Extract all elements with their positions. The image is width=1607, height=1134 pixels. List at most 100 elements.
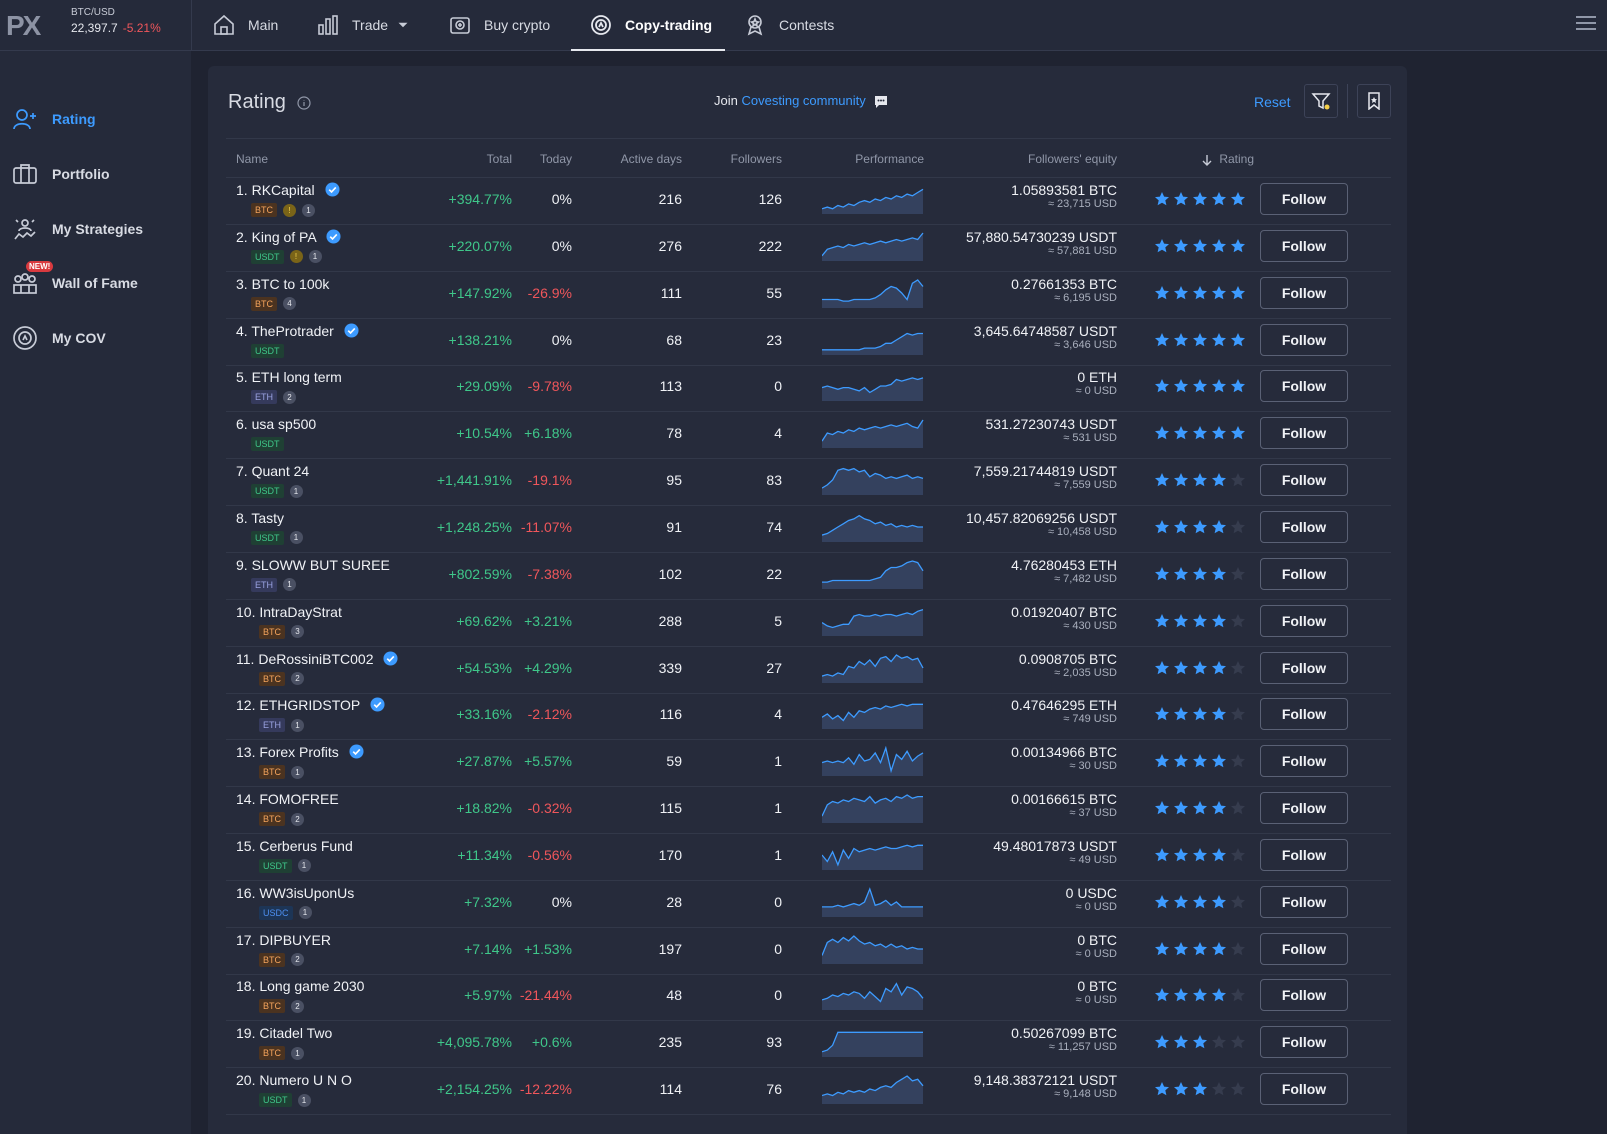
strategy-name[interactable]: 20. Numero U N O [236, 1072, 352, 1088]
col-name[interactable]: Name [236, 152, 268, 166]
follow-button[interactable]: Follow [1260, 838, 1348, 871]
nav-main[interactable]: Main [212, 0, 278, 50]
table-row[interactable]: 20. Numero U N O USDT 1 +2,154.25% -12.22… [226, 1066, 1391, 1116]
follow-button[interactable]: Follow [1260, 464, 1348, 497]
table-row[interactable]: 16. WW3isUponUs USDC 1 +7.32% 0% 28 0 0 U… [226, 879, 1391, 928]
reset-button[interactable]: Reset [1254, 94, 1291, 110]
table-row[interactable]: 4. TheProtrader USDT +138.21% 0% 68 23 3… [226, 317, 1391, 366]
star-filled-icon [1155, 566, 1169, 581]
strategy-name[interactable]: 3. BTC to 100k [236, 276, 329, 292]
bookmark-button[interactable] [1357, 84, 1391, 118]
table-row[interactable]: 5. ETH long term ETH 2 +29.09% -9.78% 113… [226, 363, 1391, 413]
filter-button[interactable] [1304, 84, 1338, 118]
table-row[interactable]: 10. IntraDayStrat BTC 3 +69.62% +3.21% 28… [226, 598, 1391, 647]
star-filled-icon [1155, 332, 1169, 346]
star-empty-icon [1231, 519, 1245, 534]
follow-button[interactable]: Follow [1260, 417, 1348, 450]
table-row[interactable]: 7. Quant 24 USDT 1 +1,441.91% -19.1% 95 8… [226, 457, 1391, 507]
follow-button[interactable]: Follow [1260, 370, 1348, 403]
strategy-name[interactable]: 10. IntraDayStrat [236, 604, 342, 620]
sidebar-item-rating[interactable]: Rating [12, 106, 96, 132]
table-row[interactable]: 13. Forex Profits BTC 1 +27.87% +5.57% 59… [226, 738, 1391, 788]
col-rating[interactable]: Rating [1202, 152, 1254, 166]
table-row[interactable]: 11. DeRossiniBTC002 BTC 2 +54.53% +4.29% … [226, 645, 1391, 694]
star-empty-icon [1231, 754, 1245, 768]
follow-button[interactable]: Follow [1260, 323, 1348, 356]
strategy-name[interactable]: 13. Forex Profits [236, 744, 364, 760]
menu-icon[interactable] [1576, 15, 1596, 31]
follow-button[interactable]: Follow [1260, 183, 1348, 215]
strategy-name[interactable]: 4. TheProtrader [236, 323, 359, 339]
strategy-name[interactable]: 15. Cerberus Fund [236, 838, 353, 854]
table-row[interactable]: 1. RKCapital BTC! 1 +394.77% 0% 216 126 1… [226, 176, 1391, 225]
trader-name: usa sp500 [251, 416, 317, 433]
strategy-name[interactable]: 16. WW3isUponUs [236, 885, 354, 901]
follow-button[interactable]: Follow [1260, 651, 1348, 684]
sidebar-item-my-cov[interactable]: My COV [12, 325, 106, 351]
table-row[interactable]: 15. Cerberus Fund USDT 1 +11.34% -0.56% 1… [226, 832, 1391, 881]
col-followers[interactable]: Followers [712, 152, 782, 166]
table-row[interactable]: 9. SLOWW BUT SUREE ETH 1 +802.59% -7.38% … [226, 551, 1391, 600]
follow-button[interactable]: Follow [1260, 745, 1348, 778]
table-row[interactable]: 14. FOMOFREE BTC 2 +18.82% -0.32% 115 1 0… [226, 785, 1391, 835]
follow-button[interactable]: Follow [1260, 885, 1348, 918]
col-followers-equity[interactable]: Followers' equity [997, 152, 1117, 166]
col-total[interactable]: Total [452, 152, 512, 166]
price-ticker[interactable]: BTC/USD 22,397.7 -5.21% [71, 7, 161, 35]
table-row[interactable]: 19. Citadel Two BTC 1 +4,095.78% +0.6% 23… [226, 1019, 1391, 1069]
follow-button[interactable]: Follow [1260, 276, 1348, 309]
follow-button[interactable]: Follow [1260, 229, 1348, 262]
follow-button[interactable]: Follow [1260, 1026, 1348, 1059]
col-performance[interactable]: Performance [844, 152, 924, 166]
sidebar-item-my-strategies[interactable]: My Strategies [12, 216, 143, 242]
strategy-name[interactable]: 19. Citadel Two [236, 1025, 332, 1041]
star-filled-icon [1155, 660, 1169, 674]
strategy-name[interactable]: 11. DeRossiniBTC002 [236, 651, 398, 667]
col-active-days[interactable]: Active days [602, 152, 682, 166]
strategy-name[interactable]: 9. SLOWW BUT SUREE [236, 557, 390, 573]
covesting-community-link[interactable]: Covesting community [741, 93, 865, 108]
strategy-name[interactable]: 14. FOMOFREE [236, 791, 339, 807]
table-row[interactable]: 2. King of PA USDT! 1 +220.07% 0% 276 222… [226, 223, 1391, 272]
table-row[interactable]: 3. BTC to 100k BTC 4 +147.92% -26.9% 111 … [226, 270, 1391, 319]
info-icon[interactable] [297, 96, 311, 110]
star-filled-icon [1212, 847, 1226, 862]
strategy-name[interactable]: 6. usa sp500 [236, 416, 316, 432]
follow-button[interactable]: Follow [1260, 792, 1348, 825]
followers-equity: 0.50267099 BTC ≈ 11,257 USD [1011, 1025, 1117, 1054]
nav-copy-trading[interactable]: Copy-trading [571, 0, 725, 51]
strategy-name[interactable]: 18. Long game 2030 [236, 978, 364, 994]
nav-trade[interactable]: Trade [316, 0, 424, 50]
follow-button[interactable]: Follow [1260, 557, 1348, 590]
table-row[interactable]: 12. ETHGRIDSTOP ETH 1 +33.16% -2.12% 116 … [226, 691, 1391, 741]
strategy-name[interactable]: 8. Tasty [236, 510, 284, 526]
nav-buy-crypto[interactable]: Buy crypto [448, 0, 550, 50]
new-badge: NEW! [26, 261, 54, 272]
col-today[interactable]: Today [522, 152, 572, 166]
follow-button[interactable]: Follow [1260, 979, 1348, 1012]
star-filled-icon [1155, 473, 1169, 487]
chat-icon[interactable] [873, 95, 889, 109]
followers-count: 0 [774, 940, 782, 957]
strategy-name[interactable]: 17. DIPBUYER [236, 932, 331, 948]
follow-button[interactable]: Follow [1260, 1073, 1348, 1106]
sidebar-item-portfolio[interactable]: Portfolio [12, 161, 110, 187]
nav-label: Buy crypto [484, 17, 551, 33]
nav-contests[interactable]: Contests [743, 0, 834, 50]
strategy-name[interactable]: 1. RKCapital [236, 182, 340, 198]
strategy-name[interactable]: 7. Quant 24 [236, 463, 309, 479]
table-row[interactable]: 6. usa sp500 USDT +10.54% +6.18% 78 4 53… [226, 410, 1391, 460]
table-row[interactable]: 8. Tasty USDT 1 +1,248.25% -11.07% 91 74 … [226, 504, 1391, 553]
logo[interactable]: PX [6, 10, 41, 42]
star-filled-icon [1174, 988, 1188, 1002]
follow-button[interactable]: Follow [1260, 510, 1348, 543]
strategy-name[interactable]: 5. ETH long term [236, 369, 342, 385]
follow-button[interactable]: Follow [1260, 698, 1348, 731]
follow-button[interactable]: Follow [1260, 604, 1348, 637]
strategy-name[interactable]: 2. King of PA [236, 229, 341, 245]
strategy-name[interactable]: 12. ETHGRIDSTOP [236, 697, 385, 713]
follow-button[interactable]: Follow [1260, 932, 1348, 965]
sidebar-item-wall-of-fame[interactable]: NEW! Wall of Fame [12, 261, 138, 296]
table-row[interactable]: 18. Long game 2030 BTC 2 +5.97% -21.44% 4… [226, 972, 1391, 1022]
table-row[interactable]: 17. DIPBUYER BTC 2 +7.14% +1.53% 197 0 0 … [226, 926, 1391, 975]
